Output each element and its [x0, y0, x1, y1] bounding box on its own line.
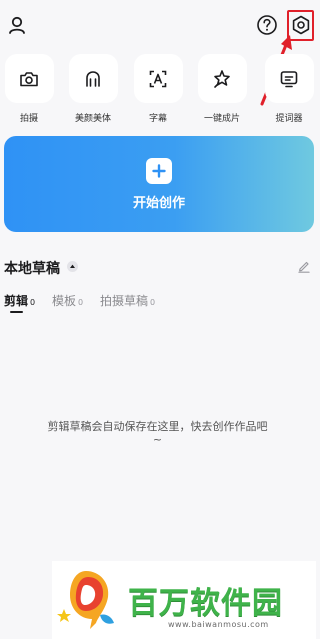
top-bar: [0, 0, 315, 50]
watermark: 百万软件园 www.baiwanmosu.com: [52, 561, 316, 639]
plus-icon: [146, 157, 172, 184]
tab-template-count: 0: [78, 298, 84, 307]
tool-label-teleprompter: 提词器: [275, 114, 303, 124]
tab-shooting-drafts[interactable]: 拍摄草稿 0: [100, 292, 155, 309]
one-click-film-icon: [214, 69, 230, 88]
tab-shooting-drafts-label: 拍摄草稿: [100, 294, 149, 308]
tab-shooting-drafts-count: 0: [150, 298, 156, 307]
tool-label-subtitle: 字幕: [148, 114, 167, 124]
tool-teleprompter[interactable]: 提词器: [260, 54, 315, 124]
tool-label-camera: 拍摄: [19, 114, 38, 124]
user-icon: [9, 16, 25, 34]
tool-one-click-film[interactable]: 一键成片: [193, 54, 251, 124]
tab-template-label: 模板: [52, 294, 77, 308]
triangle-up-icon[interactable]: [67, 261, 78, 272]
tab-edit-label: 剪辑: [4, 294, 29, 308]
help-button[interactable]: [255, 13, 279, 37]
empty-state-message: 剪辑草稿会自动保存在这里，快去创作作品吧: [47, 420, 268, 433]
beauty-icon: [86, 70, 100, 87]
tool-subtitle[interactable]: 字幕: [129, 54, 187, 124]
tool-beauty[interactable]: 美颜美体: [64, 54, 122, 124]
watermark-brand: 百万软件园: [128, 586, 283, 621]
watermark-url: www.baiwanmosu.com: [168, 620, 269, 629]
active-tab-indicator: [10, 311, 23, 313]
teleprompter-icon: [280, 70, 298, 87]
tool-label-one-click-film: 一键成片: [203, 114, 240, 124]
tab-edit-count: 0: [30, 298, 36, 307]
camera-icon: [20, 71, 38, 86]
help-icon: [257, 15, 277, 35]
settings-button[interactable]: [287, 10, 315, 40]
empty-state-tilde: ~: [152, 433, 163, 446]
tab-template[interactable]: 模板 0: [52, 292, 83, 309]
subtitle-icon: [149, 70, 167, 87]
tools-row: 拍摄 美颜美体 字幕 一键成片 提词器: [0, 54, 315, 128]
edit-icon[interactable]: [297, 259, 311, 273]
tool-label-beauty: 美颜美体: [74, 114, 111, 124]
gear-icon: [292, 15, 310, 35]
tool-camera[interactable]: 拍摄: [0, 54, 58, 124]
start-creating-button[interactable]: 开始创作: [4, 136, 314, 232]
start-creating-label: 开始创作: [132, 195, 185, 211]
watermark-logo-icon: [57, 571, 114, 629]
drafts-title: 本地草稿: [4, 261, 60, 277]
profile-button[interactable]: [4, 12, 30, 38]
tab-edit[interactable]: 剪辑 0: [4, 292, 35, 309]
